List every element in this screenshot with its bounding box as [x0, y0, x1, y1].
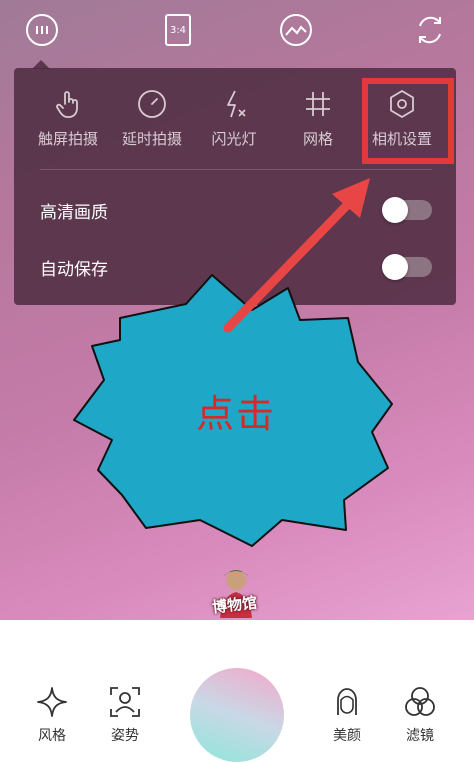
settings-highlight-box — [362, 78, 454, 164]
pose-icon — [110, 687, 140, 717]
beauty-label: 美颜 — [333, 728, 361, 744]
filter-icon — [405, 687, 435, 716]
callout-text: 点击 — [196, 392, 277, 436]
filter-label: 滤镜 — [406, 728, 434, 744]
shutter-button[interactable] — [190, 668, 284, 762]
camera-viewfinder: 3:4 触屏拍摄 延时拍摄 闪光灯 网格 相机设置 高清画质 自动保存 点击 博… — [0, 0, 474, 620]
pose-label: 姿势 — [111, 728, 139, 744]
beauty-icon — [337, 688, 357, 715]
style-label: 风格 — [38, 728, 66, 744]
style-icon — [37, 687, 67, 717]
style-button[interactable]: 风格 — [22, 685, 82, 745]
filter-button[interactable]: 滤镜 — [390, 685, 450, 745]
bottom-bar: 风格 姿势 美颜 滤镜 — [0, 620, 474, 762]
pose-button[interactable]: 姿势 — [95, 685, 155, 745]
beauty-button[interactable]: 美颜 — [317, 685, 377, 745]
